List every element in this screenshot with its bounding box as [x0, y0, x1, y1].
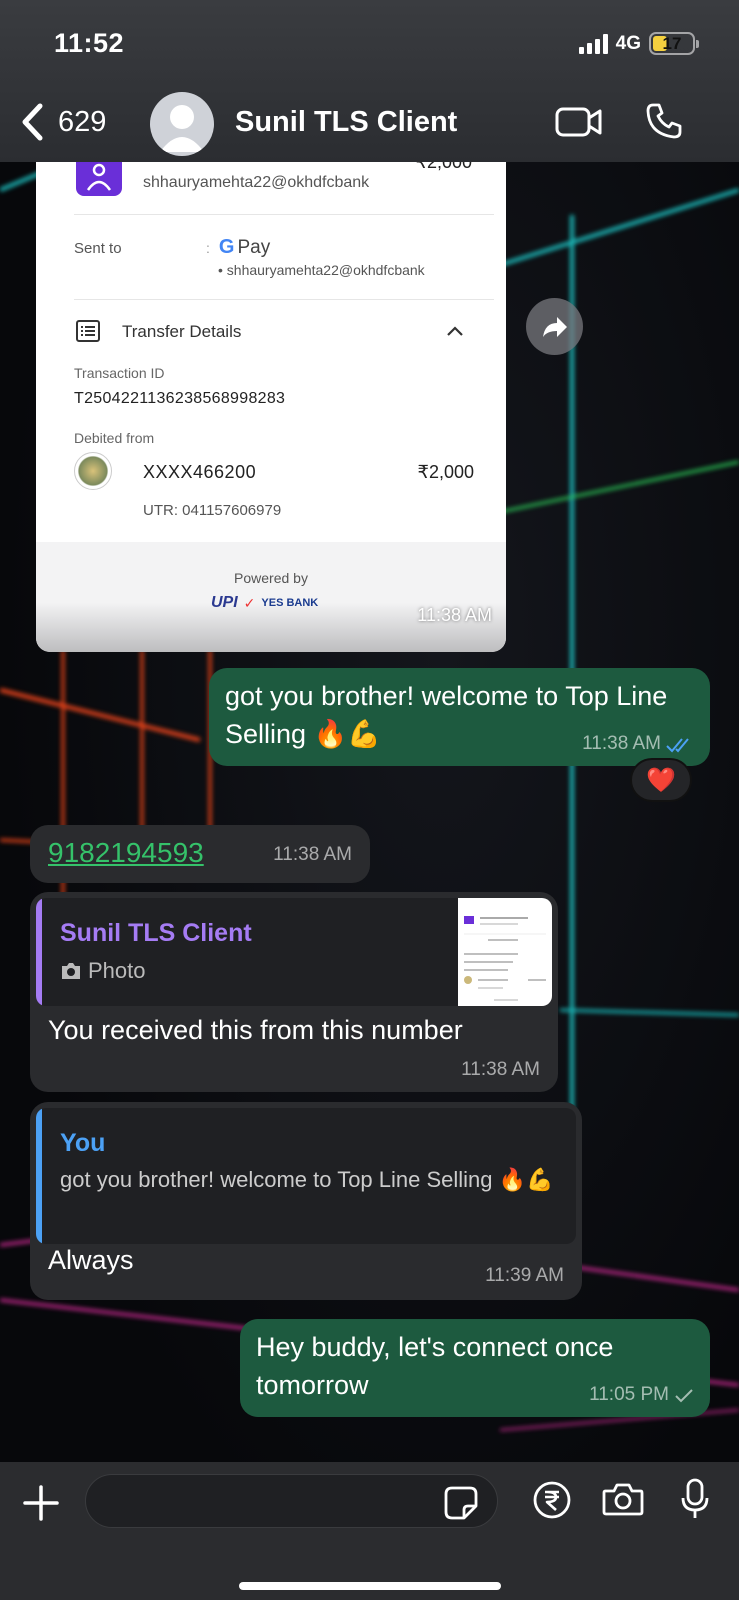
video-call-button[interactable] [555, 106, 603, 143]
network-type: 4G [615, 32, 641, 54]
camera-button[interactable] [602, 1482, 644, 1521]
reaction-badge[interactable]: ❤️ [630, 758, 692, 802]
transfer-details-label: Transfer Details [122, 322, 242, 341]
forward-icon [542, 316, 567, 337]
home-indicator [239, 1582, 501, 1590]
gpay-logo: : G Pay [206, 236, 271, 258]
message-time: 11:38 AM [582, 733, 661, 755]
status-time: 11:52 [54, 28, 125, 58]
camera-icon [602, 1483, 644, 1516]
debited-amount: ₹2,000 [417, 462, 475, 482]
quoted-type: Photo [60, 956, 146, 987]
avatar-icon [160, 105, 204, 152]
transaction-id: T2504221136238568998283 [74, 390, 286, 407]
message-time: 11:38 AM [417, 605, 492, 625]
battery-icon: 17 [649, 32, 699, 55]
quoted-sender: You [60, 1129, 106, 1157]
battery-level: 17 [662, 33, 682, 53]
message-time: 11:39 AM [485, 1265, 564, 1287]
quoted-sender: Sunil TLS Client [60, 919, 252, 947]
powered-by-label: Powered by [234, 570, 308, 586]
chevron-up-icon [446, 324, 464, 342]
payee-amount: ₹2,000 [415, 162, 473, 172]
message-time: 11:05 PM [589, 1384, 669, 1406]
heart-reaction: ❤️ [646, 766, 676, 794]
sent-check-icon [675, 1388, 693, 1403]
message-meta: 11:05 PM [589, 1382, 694, 1409]
microphone-icon [681, 1478, 709, 1518]
transaction-id-label: Transaction ID [74, 365, 165, 381]
incoming-reply-message[interactable]: You got you brother! welcome to Top Line… [30, 1102, 582, 1300]
outgoing-message[interactable]: got you brother! welcome to Top Line Sel… [209, 668, 710, 766]
phone-icon [646, 103, 682, 139]
upi-logo: UPI [211, 594, 238, 611]
rupee-icon [533, 1481, 571, 1519]
forward-button[interactable] [526, 298, 583, 355]
sticker-button[interactable] [444, 1486, 478, 1525]
debited-from-label: Debited from [74, 430, 155, 446]
list-icon [76, 320, 100, 347]
payee-app-icon [76, 162, 122, 196]
payment-receipt-image[interactable]: ₹2,000 shhauryamehta22@okhdfcbank Sent t… [36, 162, 506, 652]
divider [74, 214, 494, 215]
message-time: 11:38 AM [273, 844, 352, 866]
sticker-icon [444, 1486, 478, 1520]
back-chevron-icon [22, 103, 43, 141]
signal-icon [578, 33, 608, 54]
account-number: XXXX466200 [143, 462, 257, 482]
status-indicators: 4G 17 [578, 32, 699, 55]
outgoing-message[interactable]: Hey buddy, let's connect once tomorrow 1… [240, 1319, 710, 1417]
back-button[interactable]: 629 [20, 103, 106, 141]
read-receipt-icon [666, 738, 689, 753]
quoted-text: got you brother! welcome to Top Line Sel… [60, 1167, 554, 1192]
incoming-message[interactable]: 9182194593 11:38 AM [30, 825, 370, 883]
avatar[interactable] [150, 92, 214, 156]
plus-icon [23, 1485, 59, 1521]
divider [74, 299, 494, 300]
utr-number: UTR: 041157606979 [143, 502, 282, 519]
upi-yesbank-logo: UPI ✓ YES BANK [211, 594, 319, 611]
quoted-photo-thumbnail [458, 898, 552, 1006]
incoming-reply-message[interactable]: Sunil TLS Client Photo You received this… [30, 892, 558, 1092]
contact-name[interactable]: Sunil TLS Client [235, 106, 457, 139]
message-text: You received this from this number [48, 1015, 463, 1045]
message-input[interactable] [85, 1474, 498, 1528]
message-time: 11:38 AM [461, 1059, 540, 1081]
sent-to-email: • shhauryamehta22@okhdfcbank [218, 262, 425, 278]
unread-count: 629 [58, 105, 107, 138]
attach-button[interactable] [22, 1484, 60, 1527]
payment-button[interactable] [532, 1480, 572, 1525]
yes-bank-logo: YES BANK [261, 597, 319, 609]
payee-email: shhauryamehta22@okhdfcbank [143, 174, 370, 191]
bank-logo-icon [74, 452, 112, 490]
quoted-message[interactable]: Sunil TLS Client Photo [36, 898, 552, 1006]
phone-number-link[interactable]: 9182194593 [48, 837, 204, 868]
status-bar: 11:52 4G 17 [0, 0, 739, 88]
composer-bar [0, 1462, 739, 1600]
camera-icon [62, 963, 80, 980]
voice-message-button[interactable] [680, 1478, 710, 1527]
sent-to-label: Sent to [74, 240, 122, 257]
quoted-message[interactable]: You got you brother! welcome to Top Line… [36, 1108, 576, 1244]
message-list[interactable]: ₹2,000 shhauryamehta22@okhdfcbank Sent t… [0, 162, 739, 1462]
voice-call-button[interactable] [645, 102, 683, 145]
video-call-icon [555, 107, 602, 137]
message-meta: 11:38 AM [582, 731, 694, 758]
message-text: Always [48, 1245, 134, 1275]
